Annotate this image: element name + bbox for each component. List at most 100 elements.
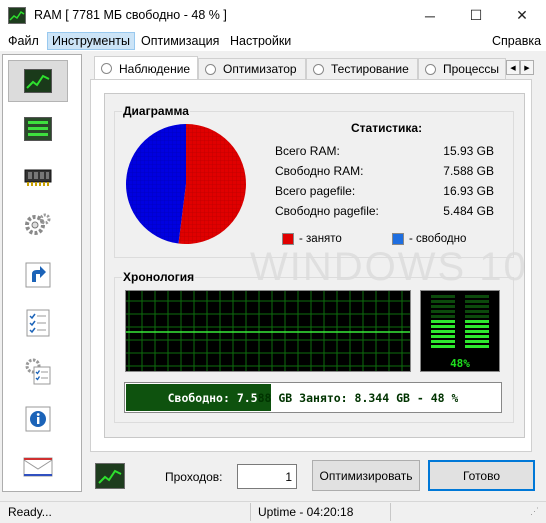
gauge-segment [465,315,489,318]
maximize-button[interactable]: ☐ [453,0,499,31]
close-icon: ✕ [516,7,528,23]
legend-free-swatch [392,233,404,245]
passes-input[interactable] [237,464,297,489]
status-separator [250,503,251,521]
gauge-segment [431,340,455,343]
app-icon [8,7,26,24]
info-icon [25,406,51,432]
stat-free-ram-value: 7.588 GB [443,164,494,178]
gauge-segment [465,340,489,343]
stats-title: Статистика: [351,121,423,135]
gauge-segment [465,310,489,313]
minimize-button[interactable]: ─ [407,0,453,31]
menu-file[interactable]: Файл [4,31,43,51]
sidebar-gears-button[interactable] [8,204,68,246]
history-chart-grid [126,291,410,371]
history-title: Хронология [122,270,196,284]
sidebar-info-button[interactable] [8,398,68,440]
mail-icon [23,457,53,477]
status-text: Ready... [8,505,52,519]
pie-slice-texture [178,124,246,244]
menu-tools[interactable]: Инструменты [47,32,135,50]
stat-free-ram-label: Свободно RAM: [275,164,364,178]
history-chart [125,290,411,372]
tab-scroll-buttons: ◀ ▶ [506,60,534,75]
checklist-icon [26,309,50,337]
bottom-monitor-icon[interactable] [95,463,125,489]
legend-free-label: - свободно [409,233,467,245]
tab-label: Тестирование [331,62,409,76]
gauge-segment [465,325,489,328]
sidebar-ram-button[interactable] [8,156,68,198]
ram-chip-icon [24,169,52,186]
shortcut-arrow-icon [25,262,51,288]
diagram-title: Диаграмма [122,104,190,118]
close-button[interactable]: ✕ [499,0,545,31]
pie-slice-texture [125,124,186,244]
tab-label: Оптимизатор [223,62,297,76]
optimize-button[interactable]: Оптимизировать [312,460,420,491]
gears-icon [25,213,51,235]
sidebar-shortcut-button[interactable] [8,254,68,296]
gauge-segment [465,295,489,298]
gauge-segment [431,335,455,338]
gauge-segment [431,295,455,298]
gauge-segment [465,320,489,323]
sidebar-monitor-button[interactable] [8,60,68,102]
maximize-icon: ☐ [469,7,483,23]
tab-radio-icon [425,63,436,75]
status-separator [390,503,391,521]
menu-settings[interactable]: Настройки [226,31,295,51]
menu-optimize[interactable]: Оптимизация [137,31,223,51]
gauge-segment [431,320,455,323]
tab-optimizer[interactable]: Оптимизатор [198,58,306,79]
gauge-segment [431,310,455,313]
stat-free-pagefile-value: 5.484 GB [443,204,494,218]
sidebar-list-button[interactable] [8,108,68,150]
tab-radio-icon [205,63,216,75]
tab-radio-icon [101,63,112,74]
legend-used-label: - занято [299,233,342,245]
gauge-percent: 48% [450,357,470,370]
stat-total-pagefile-label: Всего pagefile: [275,184,356,198]
gauge-segment [465,305,489,308]
sidebar-settings-list-button[interactable] [8,350,68,392]
gauge-segment [431,325,455,328]
list-icon [24,117,52,141]
minimize-icon: ─ [425,7,435,24]
tab-label: Наблюдение [119,61,191,76]
legend-used-swatch [282,233,294,245]
usage-pie-chart [125,124,246,244]
gauge-segment [465,300,489,303]
window-title: RAM [ 7781 МБ свободно - 48 % ] [34,8,227,22]
tab-radio-icon [313,63,324,75]
gauge-segment [431,305,455,308]
gauge-segment [465,330,489,333]
resize-grip-icon[interactable]: ⋰ [530,506,539,517]
sidebar-mail-button[interactable] [8,446,68,488]
stat-total-ram-value: 15.93 GB [443,144,494,158]
gauge-segment [465,345,489,348]
stat-total-pagefile-value: 16.93 GB [443,184,494,198]
stat-total-ram-label: Всего RAM: [275,144,340,158]
done-button[interactable]: Готово [428,460,535,491]
tab-testing[interactable]: Тестирование [306,58,418,79]
sidebar-checklist-button[interactable] [8,302,68,344]
tab-label: Процессы [443,62,500,76]
tab-scroll-right-icon[interactable]: ▶ [520,60,534,75]
gauge-segment [431,330,455,333]
chart-icon [24,69,52,93]
menu-help[interactable]: Справка [488,31,545,51]
gauge-segment [431,315,455,318]
memory-bar-text: Свободно: 7.588 GB Занято: 8.344 GB - 48… [124,382,502,413]
tab-scroll-left-icon[interactable]: ◀ [506,60,520,75]
gauge-segment [465,335,489,338]
tab-monitor[interactable]: Наблюдение [94,56,198,80]
gauge-segment [431,300,455,303]
stat-free-pagefile-label: Свободно pagefile: [275,204,379,218]
uptime-text: Uptime - 04:20:18 [258,505,354,519]
passes-label: Проходов: [165,470,223,484]
gauge-segment [431,345,455,348]
tab-processes[interactable]: Процессы [418,58,506,79]
settings-checklist-icon [25,358,51,385]
